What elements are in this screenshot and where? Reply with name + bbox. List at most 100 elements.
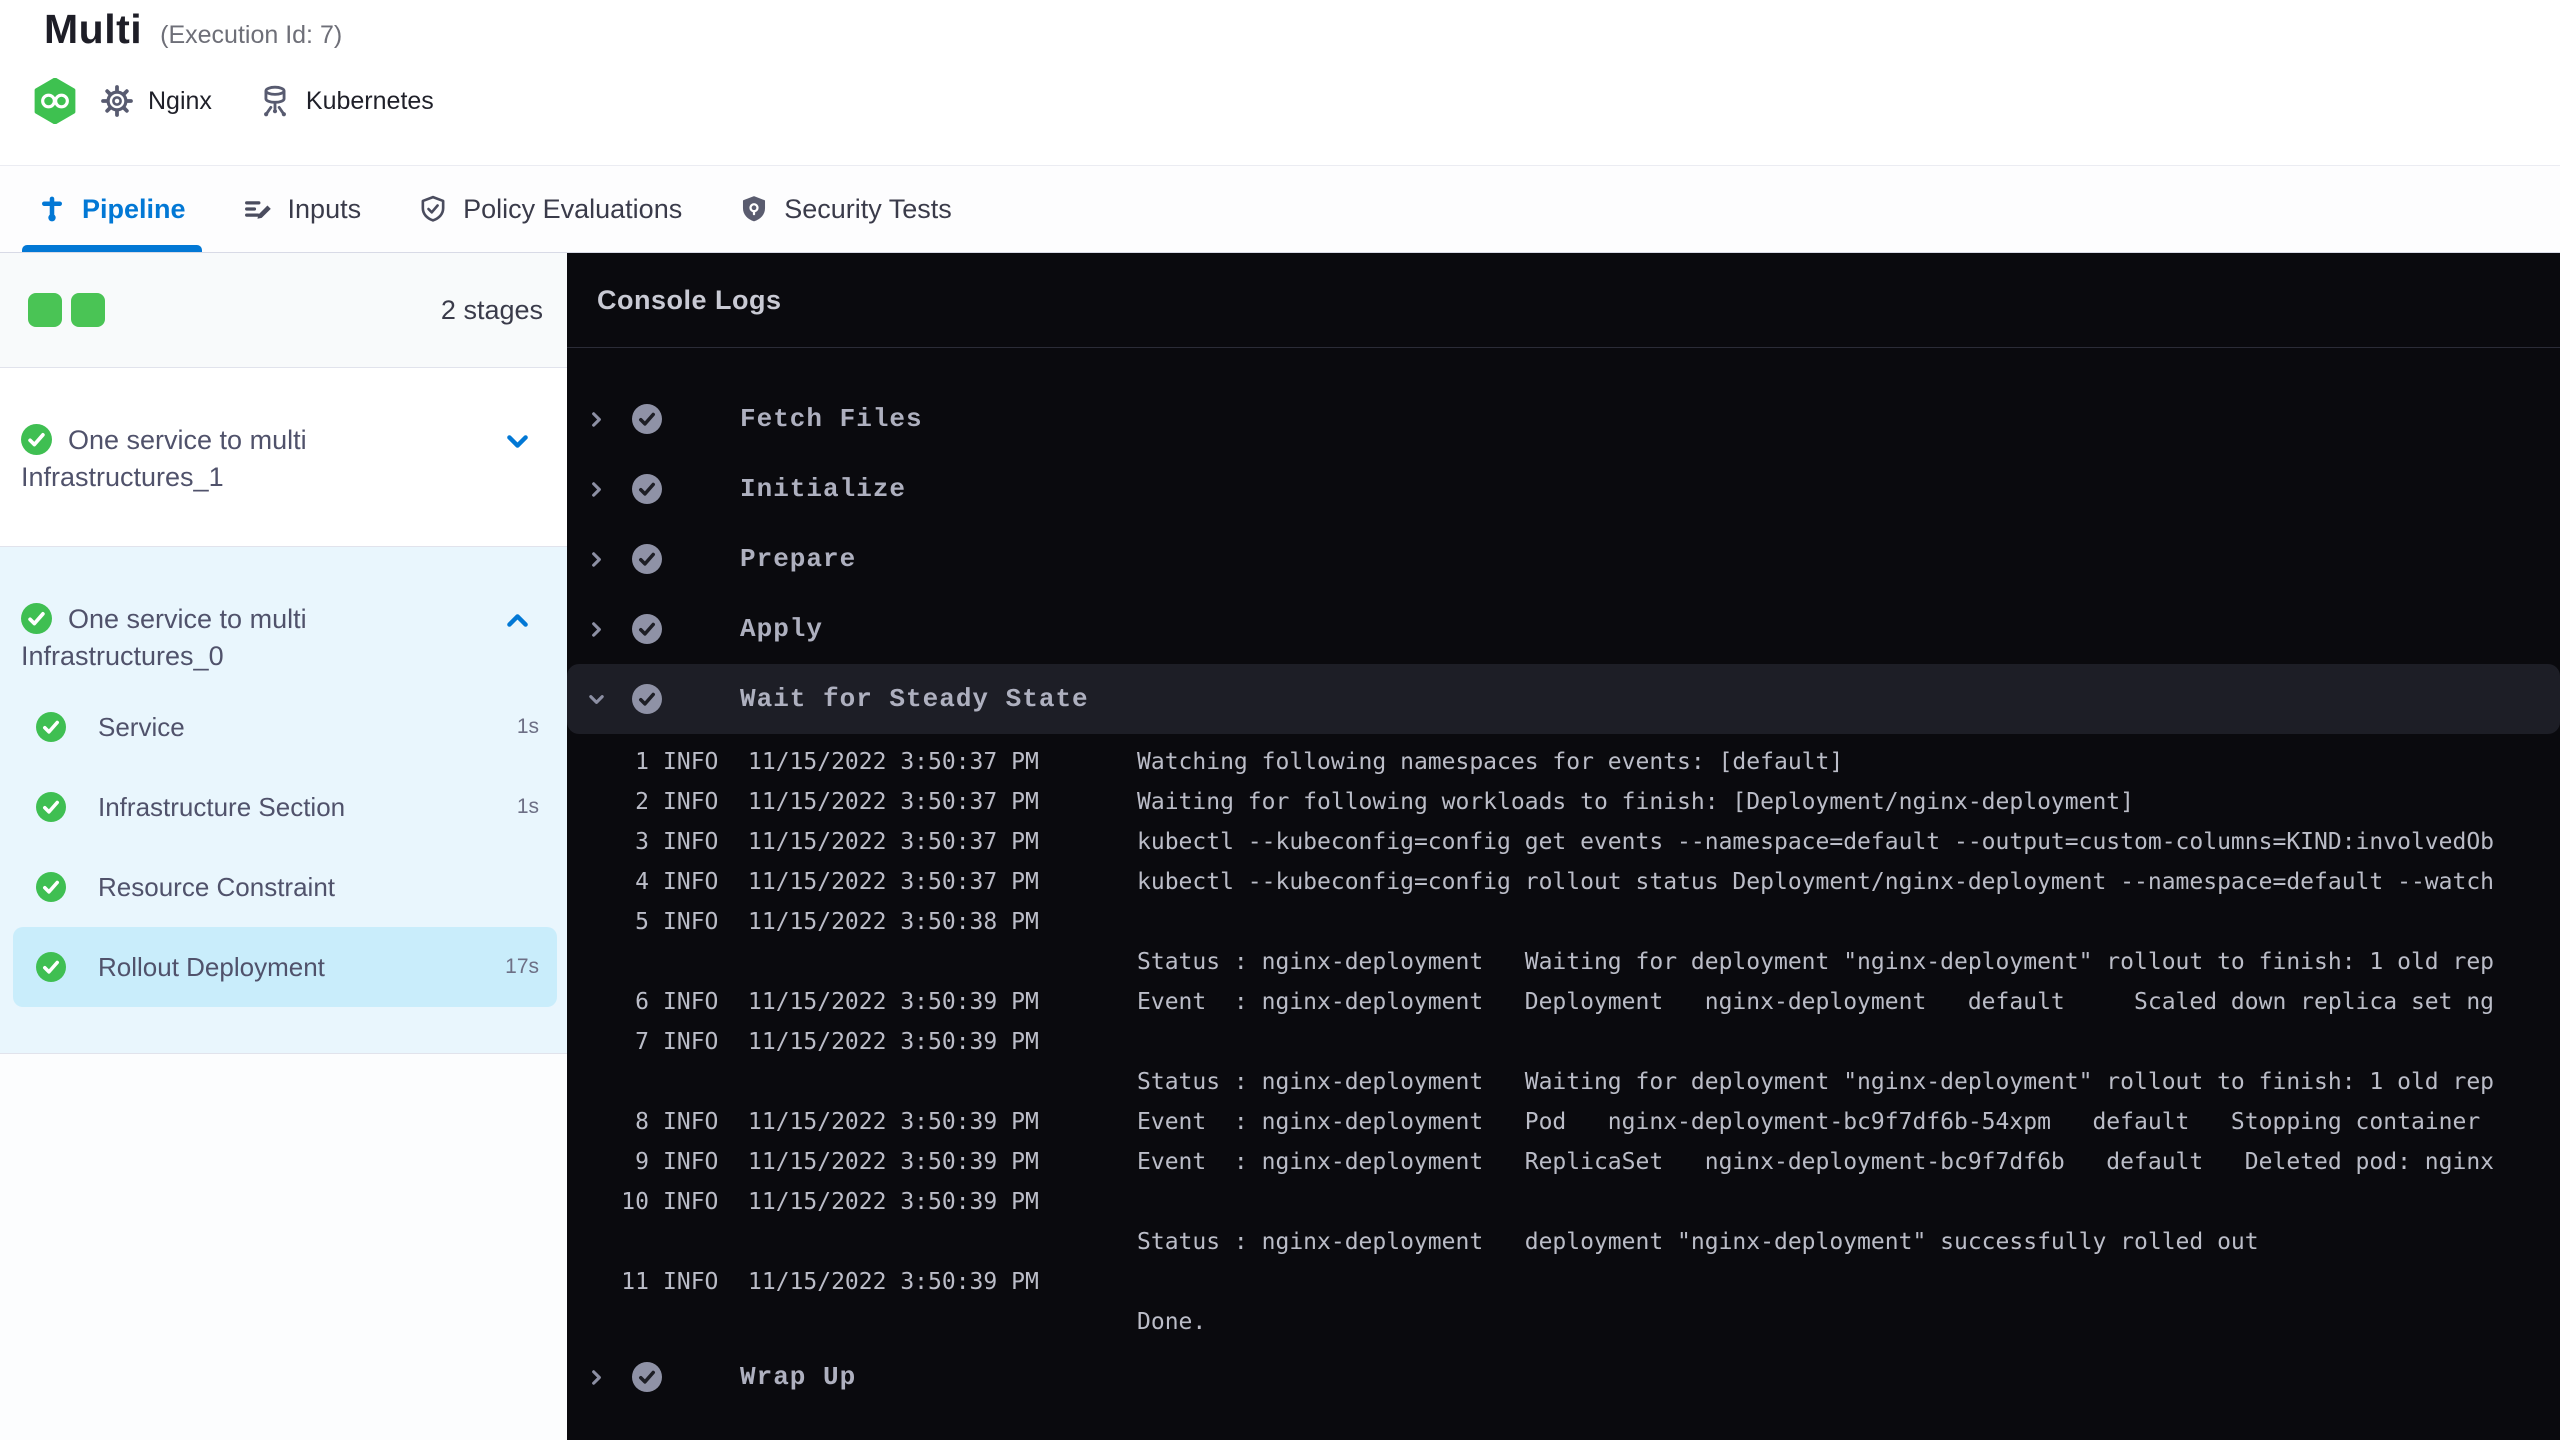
log-row: 8 INFO 11/15/2022 3:50:39 PM Event : nginx-… bbox=[567, 1102, 2560, 1142]
console-step-label: Fetch Files bbox=[740, 404, 923, 434]
log-level: INFO bbox=[663, 1149, 719, 1175]
stages-summary-header: 2 stages bbox=[0, 253, 567, 368]
log-message: Status : nginx-deployment Waiting for de… bbox=[1137, 949, 2495, 975]
chevron-down-icon[interactable] bbox=[504, 428, 531, 455]
log-line-number: 1 bbox=[635, 749, 649, 775]
log-timestamp bbox=[748, 1062, 1137, 1102]
console-steps: Fetch Files Initialize Prepare Apply Wai… bbox=[567, 348, 2560, 1412]
log-message: Event : nginx-deployment Deployment ngin… bbox=[1137, 989, 2495, 1015]
step-label: Resource Constraint bbox=[98, 871, 335, 902]
console-step-row[interactable]: Wait for Steady State bbox=[567, 664, 2560, 734]
step-row[interactable]: Infrastructure Section 1s bbox=[13, 767, 557, 847]
tab-label: Policy Evaluations bbox=[463, 193, 683, 224]
stage-item-0[interactable]: One service to multi Infrastructures_1 bbox=[0, 368, 567, 547]
stage-head[interactable]: One service to multi Infrastructures_0 bbox=[0, 547, 567, 687]
page-title: Multi bbox=[44, 6, 143, 52]
log-level: INFO bbox=[663, 829, 719, 855]
success-check-icon bbox=[36, 712, 66, 742]
success-check-icon bbox=[632, 404, 662, 434]
log-timestamp bbox=[748, 1302, 1137, 1342]
console-step: Apply bbox=[567, 594, 2560, 664]
log-row: 10 INFO 11/15/2022 3:50:39 PM bbox=[567, 1182, 2560, 1222]
log-level bbox=[663, 1302, 733, 1342]
pipeline-meta-row: Nginx Kubernetes bbox=[34, 78, 434, 124]
log-timestamp: 11/15/2022 3:50:39 PM bbox=[748, 989, 1039, 1015]
chevron-right-icon[interactable] bbox=[587, 550, 606, 569]
success-check-icon bbox=[632, 614, 662, 644]
log-timestamp: 11/15/2022 3:50:37 PM bbox=[748, 789, 1039, 815]
step-row[interactable]: Rollout Deployment 17s bbox=[13, 927, 557, 1007]
log-timestamp: 11/15/2022 3:50:37 PM bbox=[748, 829, 1039, 855]
console-step-label: Wait for Steady State bbox=[740, 684, 1089, 714]
chevron-right-icon[interactable] bbox=[587, 480, 606, 499]
step-label: Infrastructure Section bbox=[98, 791, 346, 822]
execution-id: (Execution Id: 7) bbox=[160, 21, 343, 49]
log-level: INFO bbox=[663, 909, 719, 935]
tab-label: Inputs bbox=[287, 193, 362, 224]
shield-check-icon bbox=[421, 195, 445, 222]
console-step-row[interactable]: Wrap Up bbox=[567, 1342, 2560, 1412]
tab-label: Security Tests bbox=[784, 193, 952, 224]
stages-count: 2 stages bbox=[440, 294, 543, 325]
console-step: Initialize bbox=[567, 454, 2560, 524]
step-row[interactable]: Resource Constraint bbox=[13, 847, 557, 927]
console-step-row[interactable]: Fetch Files bbox=[567, 384, 2560, 454]
stage-item-1[interactable]: One service to multi Infrastructures_0 S… bbox=[0, 547, 567, 1054]
log-message: Event : nginx-deployment Pod nginx-deplo… bbox=[1137, 1109, 2481, 1135]
service-label: Nginx bbox=[148, 86, 212, 115]
log-row: 6 INFO 11/15/2022 3:50:39 PM Event : nginx-… bbox=[567, 982, 2560, 1022]
log-message: Waiting for following workloads to finis… bbox=[1137, 789, 2134, 815]
success-check-icon bbox=[632, 684, 662, 714]
chevron-right-icon[interactable] bbox=[587, 410, 606, 429]
console-step: Prepare bbox=[567, 524, 2560, 594]
log-line-number bbox=[567, 1302, 649, 1342]
stage-title: One service to multi Infrastructures_1 bbox=[21, 424, 307, 492]
chevron-right-icon[interactable] bbox=[587, 620, 606, 639]
log-level: INFO bbox=[663, 1029, 719, 1055]
log-row: Done. bbox=[567, 1302, 2560, 1342]
stage-head[interactable]: One service to multi Infrastructures_1 bbox=[0, 368, 567, 546]
stage-sidebar: 2 stages One service to multi Infrastruc… bbox=[0, 253, 567, 1440]
log-level: INFO bbox=[663, 989, 719, 1015]
log-line-number: 10 bbox=[621, 1189, 649, 1215]
log-row: Status : nginx-deployment deployment "ng… bbox=[567, 1222, 2560, 1262]
log-timestamp: 11/15/2022 3:50:37 PM bbox=[748, 749, 1039, 775]
console-step-row[interactable]: Prepare bbox=[567, 524, 2560, 594]
success-check-icon bbox=[632, 474, 662, 504]
tab-security-tests[interactable]: Security Tests bbox=[740, 166, 952, 252]
log-row: Status : nginx-deployment Waiting for de… bbox=[567, 942, 2560, 982]
console-step-label: Initialize bbox=[740, 474, 907, 504]
log-message: kubectl --kubeconfig=config rollout stat… bbox=[1137, 869, 2495, 895]
page-header: Multi (Execution Id: 7) Nginx Kubernetes bbox=[0, 0, 2560, 165]
chevron-down-icon[interactable] bbox=[587, 690, 606, 709]
console-step-row[interactable]: Initialize bbox=[567, 454, 2560, 524]
log-row: 3 INFO 11/15/2022 3:50:37 PM kubectl --kube… bbox=[567, 822, 2560, 862]
log-row: 11 INFO 11/15/2022 3:50:39 PM bbox=[567, 1262, 2560, 1302]
log-message: Watching following namespaces for events… bbox=[1137, 749, 1844, 775]
log-row: 2 INFO 11/15/2022 3:50:37 PM Waiting for fo… bbox=[567, 782, 2560, 822]
success-check-icon bbox=[632, 544, 662, 574]
log-message: Event : nginx-deployment ReplicaSet ngin… bbox=[1137, 1149, 2495, 1175]
console-step-row[interactable]: Apply bbox=[567, 594, 2560, 664]
console-step: Wait for Steady State 1 INFO 11/15/2022 3:5… bbox=[567, 664, 2560, 1342]
tab-pipeline[interactable]: Pipeline bbox=[22, 166, 202, 252]
console-step: Wrap Up bbox=[567, 1342, 2560, 1412]
step-label: Service bbox=[98, 711, 185, 742]
log-message: Status : nginx-deployment deployment "ng… bbox=[1137, 1229, 2259, 1255]
success-check-icon bbox=[36, 952, 66, 982]
log-line-number: 7 bbox=[635, 1029, 649, 1055]
success-check-icon bbox=[36, 792, 66, 822]
tab-inputs[interactable]: Inputs bbox=[244, 166, 362, 252]
tab-policy-evaluations[interactable]: Policy Evaluations bbox=[419, 166, 682, 252]
chevron-right-icon[interactable] bbox=[587, 1368, 606, 1387]
log-message: Done. bbox=[1137, 1309, 1207, 1335]
log-row: 7 INFO 11/15/2022 3:50:39 PM bbox=[567, 1022, 2560, 1062]
log-line-number: 11 bbox=[621, 1269, 649, 1295]
log-timestamp: 11/15/2022 3:50:39 PM bbox=[748, 1269, 1039, 1295]
step-row[interactable]: Service 1s bbox=[13, 687, 557, 767]
log-level: INFO bbox=[663, 1269, 719, 1295]
log-line-number bbox=[567, 942, 649, 982]
log-line-number: 2 bbox=[635, 789, 649, 815]
log-level: INFO bbox=[663, 749, 719, 775]
chevron-up-icon[interactable] bbox=[504, 607, 531, 634]
